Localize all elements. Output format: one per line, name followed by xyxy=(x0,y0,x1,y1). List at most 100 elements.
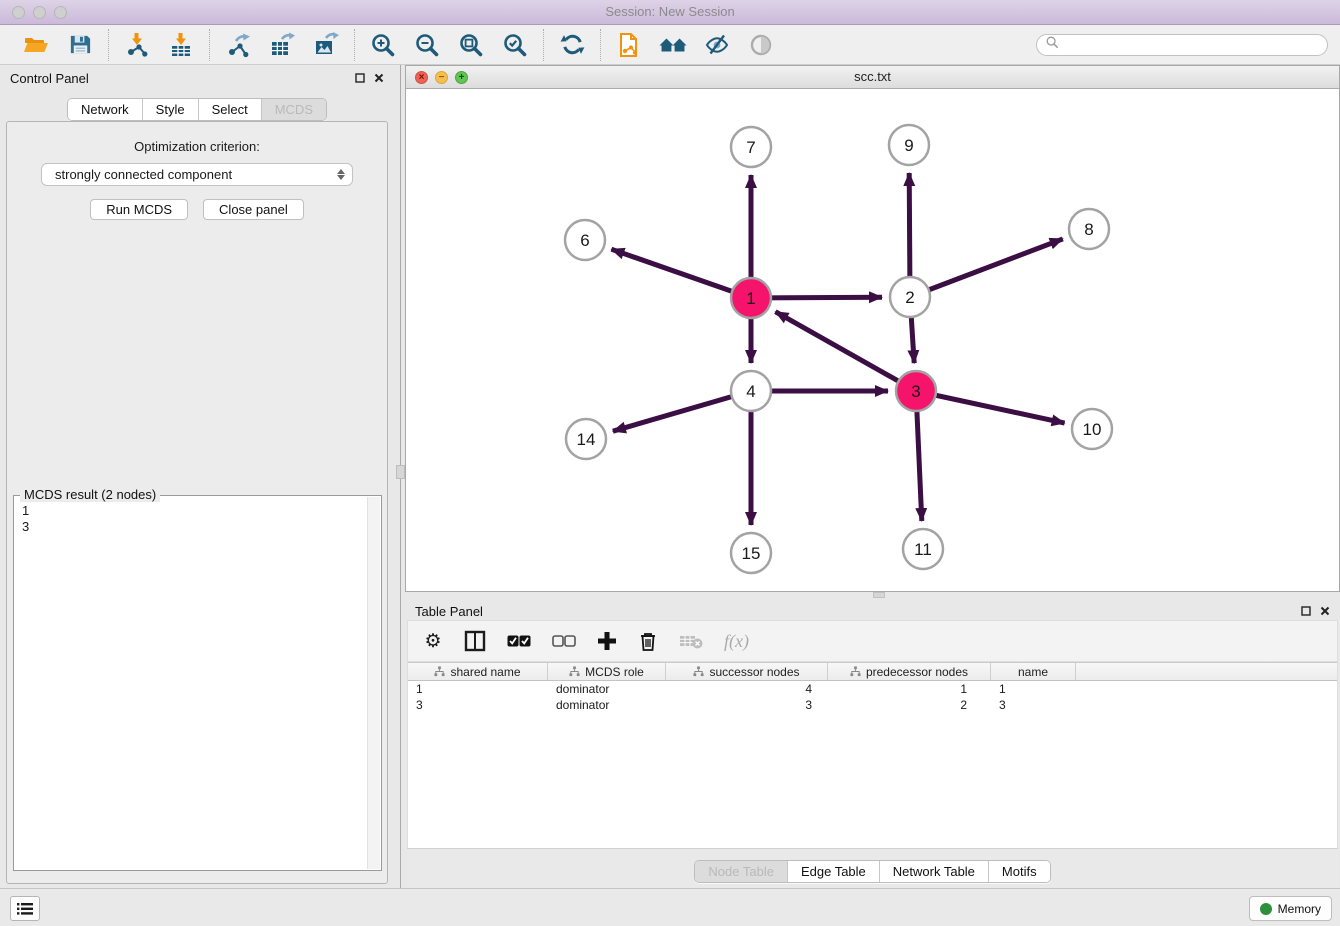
network-close-icon[interactable]: × xyxy=(415,71,428,84)
float-panel-icon[interactable] xyxy=(355,73,365,83)
zoom-in-icon[interactable] xyxy=(369,31,397,59)
first-neighbors-icon[interactable] xyxy=(659,31,687,59)
window-close-button[interactable] xyxy=(12,6,25,19)
tab-network[interactable]: Network xyxy=(68,99,143,120)
table-panel: Table Panel ⚙ xyxy=(405,598,1340,888)
close-panel-button[interactable]: Close panel xyxy=(203,199,304,220)
list-icon xyxy=(17,902,33,916)
graph-edge-4-14[interactable] xyxy=(613,391,751,431)
graph-edge-2-8[interactable] xyxy=(910,239,1063,297)
window-minimize-button[interactable] xyxy=(33,6,46,19)
tab-node-table[interactable]: Node Table xyxy=(695,861,788,882)
table-toolbar: ⚙ xyxy=(407,620,1338,662)
memory-status-icon xyxy=(1260,903,1272,915)
cell-name[interactable]: 3 xyxy=(991,697,1076,713)
tab-select[interactable]: Select xyxy=(199,99,262,120)
graph-node-label-10: 10 xyxy=(1083,420,1102,439)
table-panel-title: Table Panel xyxy=(415,604,483,619)
window-zoom-button[interactable] xyxy=(54,6,67,19)
open-session-icon[interactable] xyxy=(22,31,50,59)
network-window-titlebar[interactable]: × − + scc.txt xyxy=(406,66,1339,89)
splitter-handle[interactable] xyxy=(396,465,405,479)
float-panel-icon[interactable] xyxy=(1301,606,1311,616)
mcds-result-list[interactable]: 1 3 xyxy=(15,499,366,869)
apply-layout-icon[interactable] xyxy=(558,31,586,59)
zoom-out-icon[interactable] xyxy=(413,31,441,59)
delete-table-icon xyxy=(679,633,703,649)
control-panel-title: Control Panel xyxy=(10,71,89,86)
control-panel-tab-bar: Network Style Select MCDS xyxy=(67,98,327,121)
cell-predecessor-nodes[interactable]: 2 xyxy=(828,697,991,713)
window-traffic-lights xyxy=(12,6,67,19)
vertical-splitter[interactable] xyxy=(394,65,405,888)
network-window-title: scc.txt xyxy=(406,66,1339,88)
hide-selected-icon[interactable] xyxy=(703,31,731,59)
tab-motifs[interactable]: Motifs xyxy=(989,861,1050,882)
import-table-icon[interactable] xyxy=(167,31,195,59)
criterion-dropdown[interactable]: strongly connected component xyxy=(41,163,353,186)
close-panel-icon[interactable] xyxy=(374,73,384,83)
delete-column-icon[interactable] xyxy=(638,631,658,652)
window-title: Session: New Session xyxy=(0,0,1340,24)
search-icon xyxy=(1046,36,1059,54)
memory-label: Memory xyxy=(1278,902,1321,916)
table-row[interactable]: 1 dominator 4 1 1 xyxy=(408,681,1337,697)
mcds-result-line: 3 xyxy=(22,519,359,535)
tab-edge-table[interactable]: Edge Table xyxy=(788,861,880,882)
table-options-icon[interactable]: ⚙ xyxy=(423,630,443,653)
export-network-icon[interactable] xyxy=(224,31,252,59)
add-column-icon[interactable] xyxy=(597,631,617,651)
tab-mcds[interactable]: MCDS xyxy=(262,99,326,120)
column-header-successor-nodes[interactable]: successor nodes xyxy=(666,663,828,680)
table-row[interactable]: 3 dominator 3 2 3 xyxy=(408,697,1337,713)
graph-node-label-1: 1 xyxy=(746,289,755,308)
import-network-icon[interactable] xyxy=(123,31,151,59)
export-image-icon[interactable] xyxy=(312,31,340,59)
network-canvas[interactable]: 7968124314101511 xyxy=(406,89,1339,591)
column-header-name[interactable]: name xyxy=(991,663,1076,680)
save-session-icon[interactable] xyxy=(66,31,94,59)
tab-style[interactable]: Style xyxy=(143,99,199,120)
cell-predecessor-nodes[interactable]: 1 xyxy=(828,681,991,697)
result-scrollbar[interactable] xyxy=(367,497,380,869)
tab-network-table[interactable]: Network Table xyxy=(880,861,989,882)
column-header-predecessor-nodes[interactable]: predecessor nodes xyxy=(828,663,991,680)
mcds-panel-body: Optimization criterion: strongly connect… xyxy=(6,121,388,884)
cell-name[interactable]: 1 xyxy=(991,681,1076,697)
graph-node-label-2: 2 xyxy=(905,288,914,307)
cell-successor-nodes[interactable]: 3 xyxy=(666,697,828,713)
table-header-row: shared name MCDS role successor nodes pr… xyxy=(408,662,1337,681)
control-panel: Control Panel Network Style Select MCDS … xyxy=(0,65,394,888)
column-header-mcds-role[interactable]: MCDS role xyxy=(548,663,666,680)
column-header-shared-name[interactable]: shared name xyxy=(408,663,548,680)
run-mcds-button[interactable]: Run MCDS xyxy=(90,199,188,220)
graph-edge-3-10[interactable] xyxy=(916,391,1065,423)
mcds-result-box: MCDS result (2 nodes) 1 3 xyxy=(13,495,382,871)
search-input[interactable] xyxy=(1065,38,1318,52)
network-minimize-icon[interactable]: − xyxy=(435,71,448,84)
zoom-fit-icon[interactable] xyxy=(457,31,485,59)
graph-node-label-3: 3 xyxy=(911,382,920,401)
table-tab-strip: Node Table Edge Table Network Table Moti… xyxy=(407,848,1338,888)
table-tab-bar: Node Table Edge Table Network Table Moti… xyxy=(694,860,1050,883)
task-history-button[interactable] xyxy=(10,896,40,921)
new-network-from-selection-icon[interactable] xyxy=(615,31,643,59)
close-panel-icon[interactable] xyxy=(1320,606,1330,616)
select-all-icon[interactable] xyxy=(507,635,531,647)
cell-shared-name[interactable]: 1 xyxy=(408,681,548,697)
zoom-selected-icon[interactable] xyxy=(501,31,529,59)
cell-successor-nodes[interactable]: 4 xyxy=(666,681,828,697)
graph-node-label-15: 15 xyxy=(742,544,761,563)
graph-edge-3-1[interactable] xyxy=(775,312,916,391)
network-maximize-icon[interactable]: + xyxy=(455,71,468,84)
memory-button[interactable]: Memory xyxy=(1249,896,1332,921)
toggle-panes-icon[interactable] xyxy=(464,630,486,652)
cell-shared-name[interactable]: 3 xyxy=(408,697,548,713)
deselect-all-icon[interactable] xyxy=(552,635,576,647)
cell-mcds-role[interactable]: dominator xyxy=(548,681,666,697)
graph-edge-1-6[interactable] xyxy=(611,249,751,298)
search-field[interactable] xyxy=(1036,34,1328,56)
cell-mcds-role[interactable]: dominator xyxy=(548,697,666,713)
export-table-icon[interactable] xyxy=(268,31,296,59)
window-titlebar: Session: New Session xyxy=(0,0,1340,25)
